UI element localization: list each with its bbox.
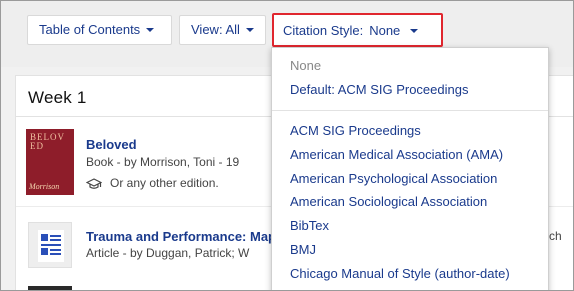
menu-item-bmj[interactable]: BMJ — [290, 242, 316, 257]
citation-style-button[interactable]: Citation Style: None — [272, 13, 443, 47]
item-thumbnail[interactable] — [28, 286, 72, 290]
menu-item-chicago[interactable]: Chicago Manual of Style (author-date) — [290, 266, 510, 281]
menu-item-none[interactable]: None — [290, 58, 321, 73]
citation-style-value: None — [369, 23, 401, 38]
app-frame: Table of Contents View: All Citation Sty… — [0, 0, 574, 291]
menu-item-default[interactable]: Default: ACM SIG Proceedings — [290, 82, 468, 97]
document-icon — [38, 230, 64, 262]
view-label: View: All — [191, 22, 240, 37]
book-cover-thumbnail[interactable]: BELOVED Morrison — [26, 129, 74, 195]
menu-item-bibtex[interactable]: BibTex — [290, 218, 329, 233]
view-filter-button[interactable]: View: All — [179, 15, 266, 45]
menu-item-apa[interactable]: American Psychological Association — [290, 171, 497, 186]
toc-label: Table of Contents — [39, 22, 141, 37]
item-title-link[interactable]: Trauma and Performance: Map — [86, 229, 276, 244]
menu-item-acm[interactable]: ACM SIG Proceedings — [290, 123, 421, 138]
item-title-link[interactable]: Beloved — [86, 137, 137, 152]
cover-author-art: Morrison — [29, 182, 60, 191]
chevron-down-icon — [410, 28, 419, 33]
graduation-cap-icon — [86, 178, 102, 189]
edition-text: Or any other edition. — [110, 176, 219, 190]
citation-style-label: Citation Style: — [283, 23, 364, 38]
item-meta: Book - by Morrison, Toni - 19 — [86, 155, 240, 169]
citation-style-dropdown: None Default: ACM SIG Proceedings ACM SI… — [271, 47, 549, 290]
menu-item-ama[interactable]: American Medical Association (AMA) — [290, 147, 503, 162]
table-of-contents-button[interactable]: Table of Contents — [27, 15, 172, 45]
item-truncated-text: ch — [549, 229, 562, 243]
menu-divider — [272, 110, 548, 111]
article-thumbnail[interactable] — [28, 222, 72, 268]
item-meta: Article - by Duggan, Patrick; W — [86, 246, 250, 260]
menu-item-asa[interactable]: American Sociological Association — [290, 194, 487, 209]
cover-title-art: BELOVED — [30, 132, 65, 151]
edition-note: Or any other edition. — [86, 176, 219, 190]
chevron-down-icon — [245, 27, 254, 32]
chevron-down-icon — [146, 27, 155, 32]
section-title: Week 1 — [28, 88, 87, 107]
